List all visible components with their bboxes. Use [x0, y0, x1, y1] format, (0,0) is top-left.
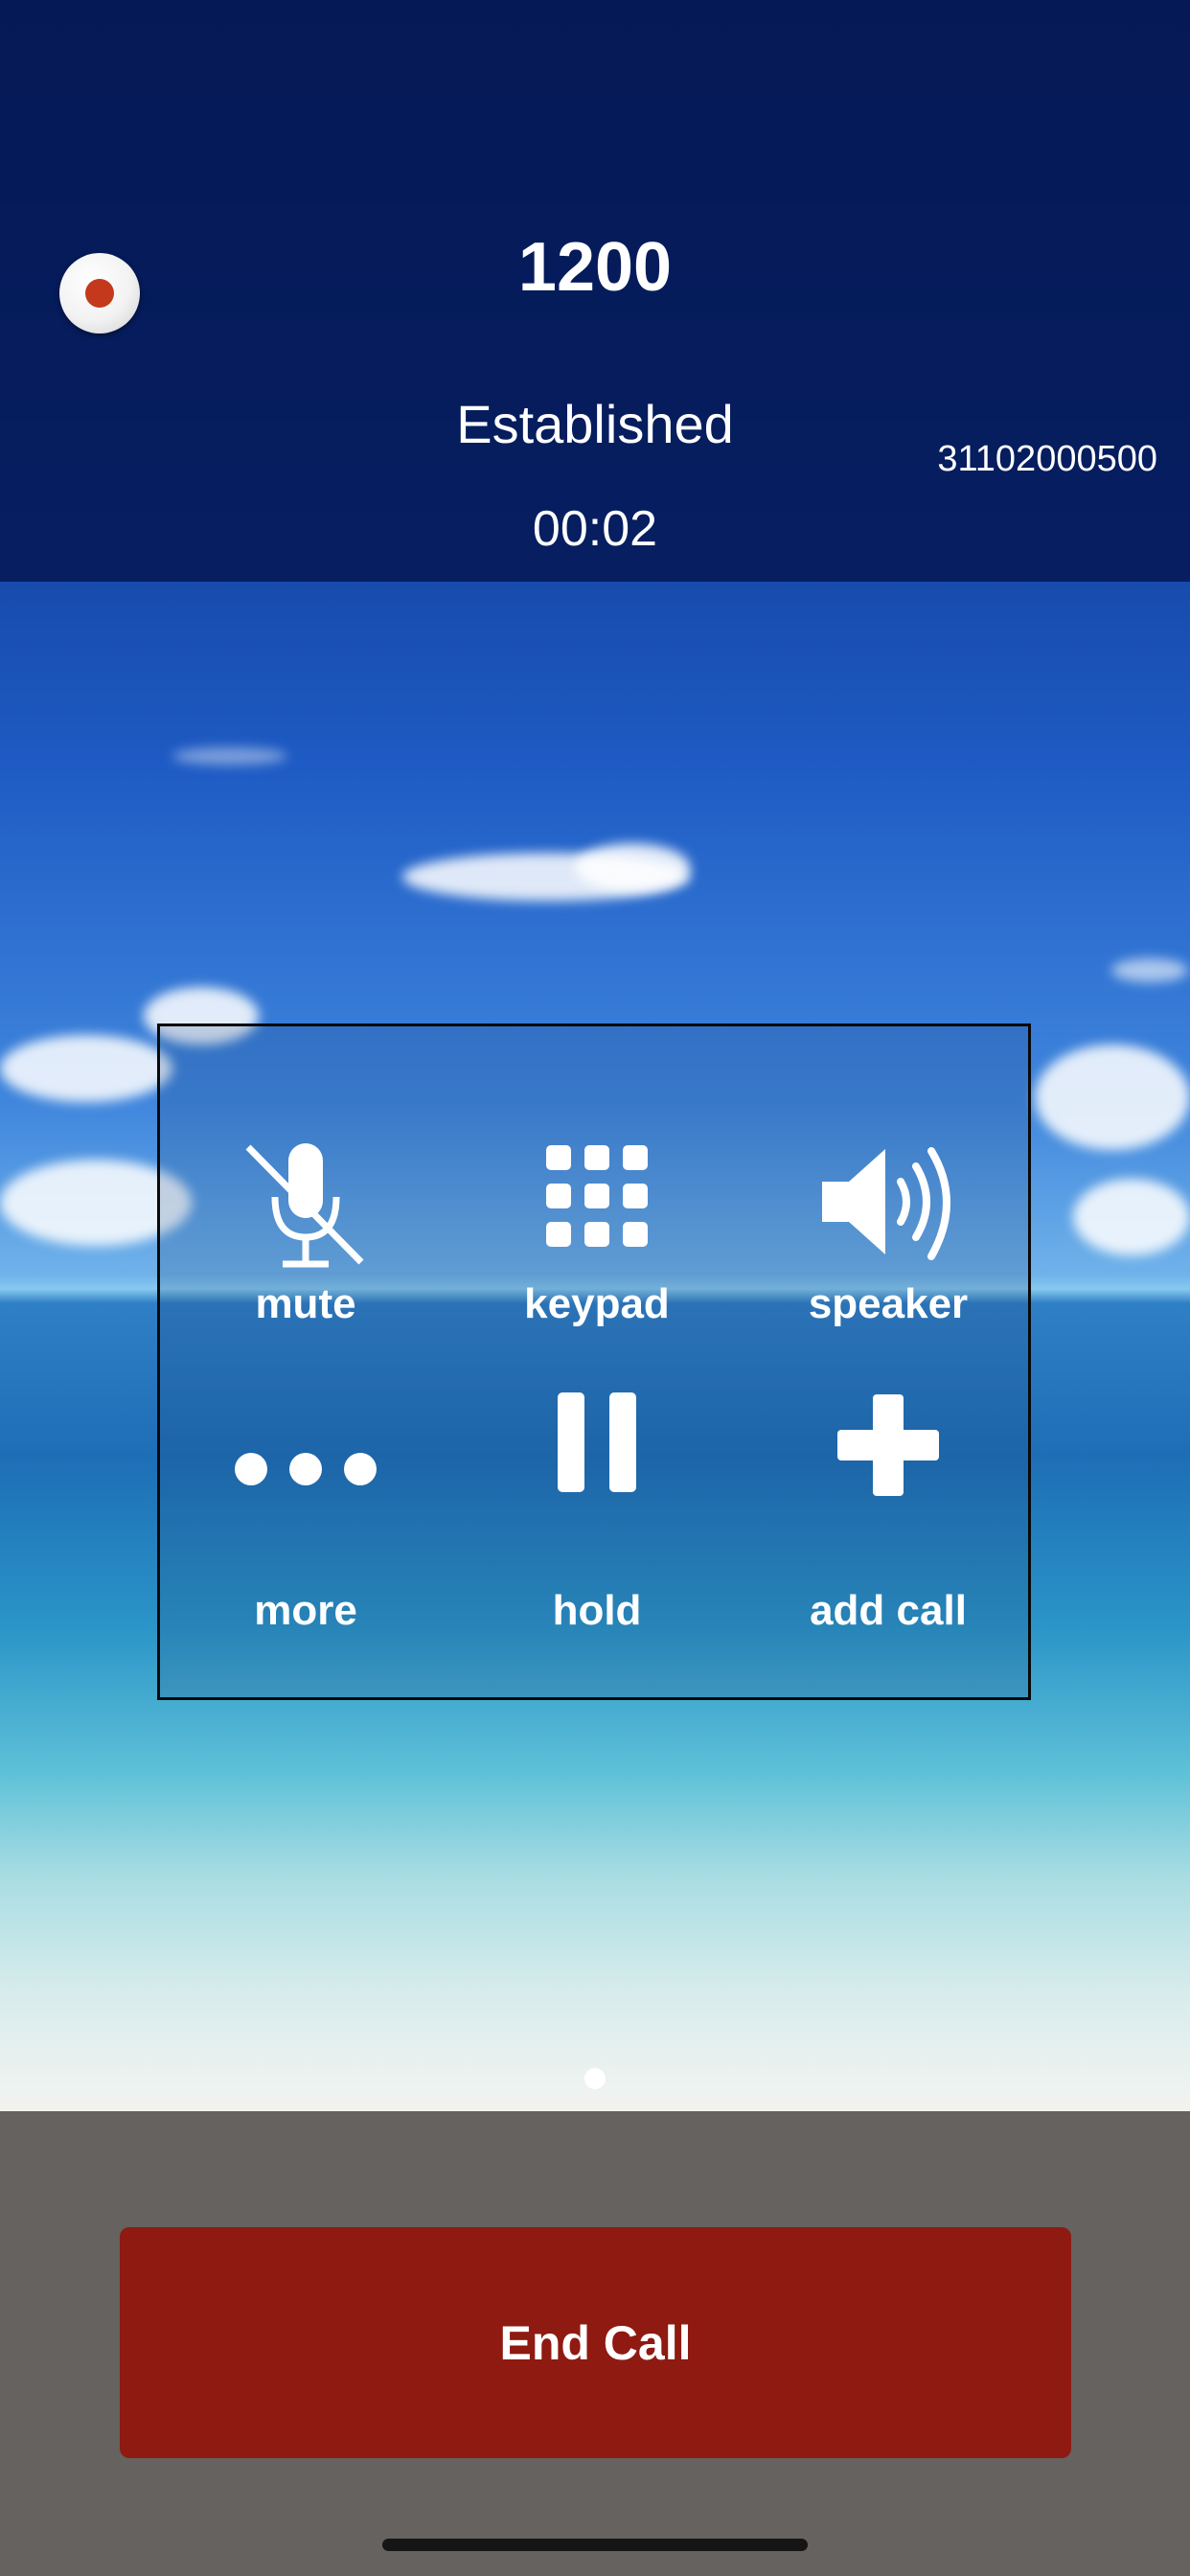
mute-button[interactable]: mute [160, 1084, 451, 1371]
mic-off-icon [245, 1143, 364, 1268]
plus-icon [837, 1394, 939, 1496]
speaker-button[interactable]: speaker [743, 1084, 1034, 1371]
keypad-label: keypad [524, 1280, 670, 1327]
call-number: 1200 [517, 229, 673, 306]
more-button[interactable]: more [160, 1391, 451, 1678]
keypad-button[interactable]: keypad [451, 1084, 743, 1371]
more-label: more [254, 1587, 357, 1634]
call-timer: 00:02 [532, 501, 658, 557]
add-call-button[interactable]: add call [743, 1391, 1034, 1678]
keypad-icon [546, 1145, 648, 1247]
add-call-label: add call [810, 1587, 967, 1634]
page-indicator-dot [584, 2068, 606, 2089]
call-controls-panel: mute keypad speaker more hold add call [157, 1024, 1031, 1700]
mute-label: mute [255, 1280, 356, 1327]
more-icon [235, 1453, 377, 1485]
hold-button[interactable]: hold [451, 1391, 743, 1678]
account-number: 31102000500 [937, 439, 1157, 479]
end-call-button[interactable]: End Call [120, 2227, 1071, 2458]
home-indicator[interactable] [382, 2539, 808, 2551]
speaker-icon [822, 1147, 950, 1260]
pause-icon [558, 1392, 636, 1492]
hold-label: hold [552, 1587, 642, 1634]
speaker-label: speaker [808, 1280, 969, 1327]
call-header: 1200 Established 00:02 31102000500 [0, 0, 1190, 582]
